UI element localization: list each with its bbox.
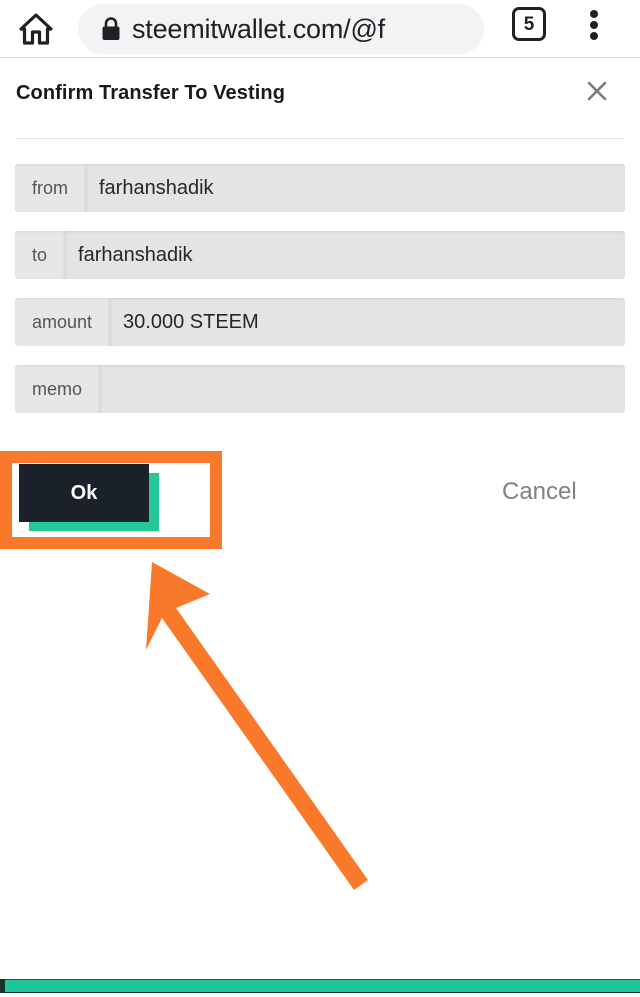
dialog-title: Confirm Transfer To Vesting: [16, 82, 286, 104]
cancel-button[interactable]: Cancel: [502, 478, 577, 506]
menu-dot-1: [590, 10, 598, 18]
title-divider: [16, 138, 624, 139]
tab-count-button[interactable]: 5: [512, 7, 546, 41]
bottom-accent-bar: [0, 979, 640, 993]
url-bar[interactable]: steemitwallet.com/@f: [78, 4, 484, 54]
row-value-memo: [99, 365, 625, 413]
row-value-from: farhanshadik: [85, 164, 625, 212]
menu-dot-3: [590, 32, 598, 40]
transfer-details-table: from farhanshadik to farhanshadik amount…: [15, 164, 625, 432]
overflow-menu-icon[interactable]: [583, 8, 605, 42]
lock-icon: [100, 16, 122, 42]
row-value-amount: 30.000 STEEM: [109, 298, 625, 346]
home-icon[interactable]: [16, 10, 56, 48]
ok-button[interactable]: Ok: [19, 464, 149, 522]
row-label-from: from: [15, 164, 85, 212]
table-row-from: from farhanshadik: [15, 164, 625, 212]
table-row-to: to farhanshadik: [15, 231, 625, 279]
pointing-arrow-icon: [130, 550, 390, 890]
url-text: steemitwallet.com/@f: [132, 14, 385, 44]
row-label-to: to: [15, 231, 65, 279]
row-label-amount: amount: [15, 298, 110, 346]
menu-dot-2: [590, 21, 598, 29]
row-label-memo: memo: [15, 365, 100, 413]
row-value-to: farhanshadik: [64, 231, 625, 279]
browser-toolbar: steemitwallet.com/@f 5: [0, 0, 640, 58]
table-row-amount: amount 30.000 STEEM: [15, 298, 625, 346]
table-row-memo: memo: [15, 365, 625, 413]
bottom-accent-bar-cap: [0, 979, 5, 993]
close-icon[interactable]: [578, 72, 616, 110]
